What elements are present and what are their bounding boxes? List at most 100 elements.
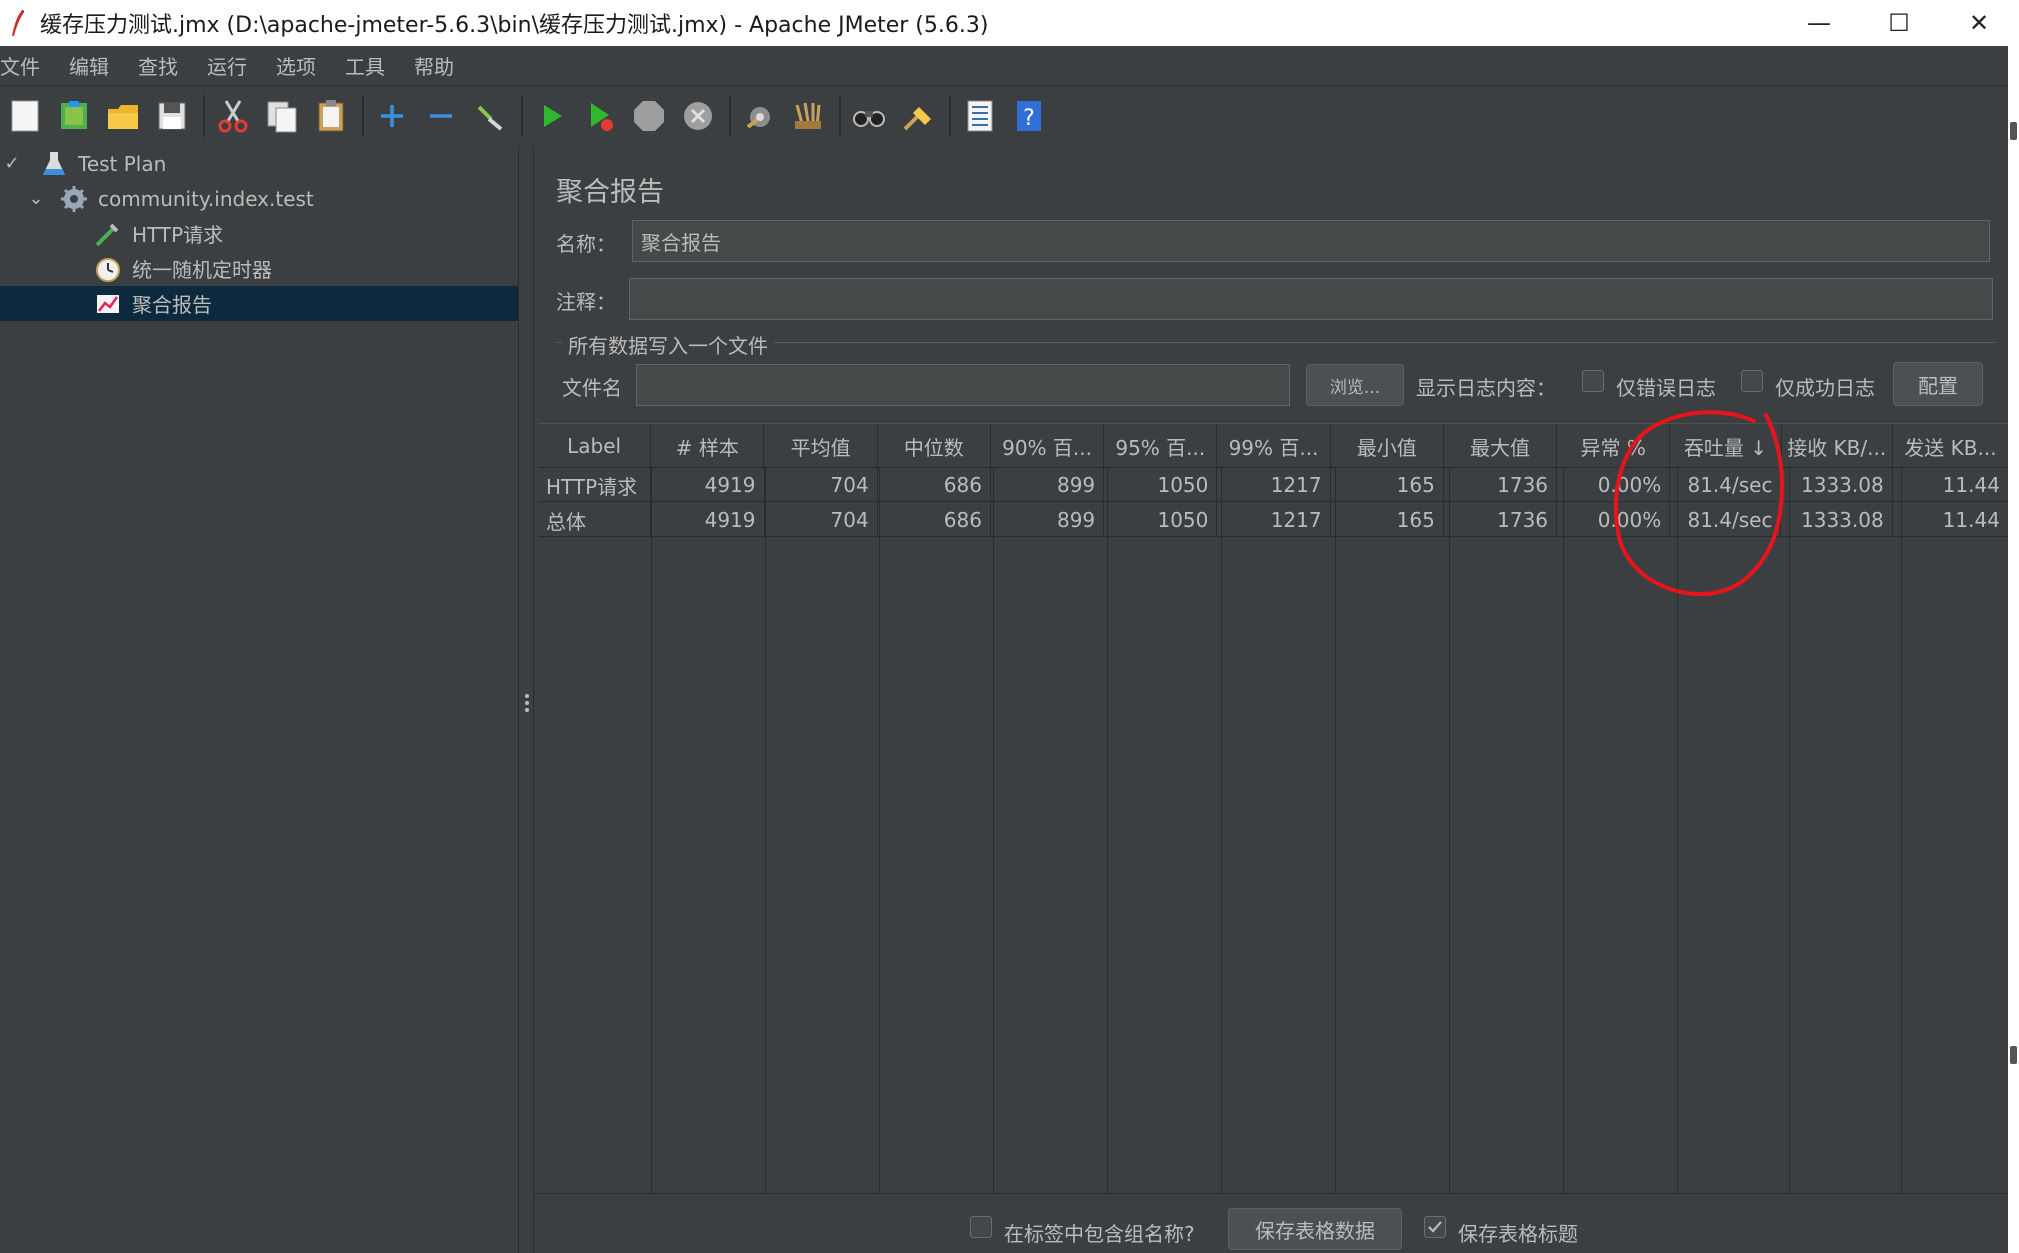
toggle-icon: [477, 105, 503, 131]
tree-item-label: community.index.test: [98, 186, 314, 211]
start-icon: [544, 105, 562, 127]
close-button[interactable]: ✕: [1939, 0, 2019, 46]
column-header[interactable]: 中位数: [878, 424, 991, 468]
table-cell: 1217: [1217, 503, 1331, 537]
column-header[interactable]: 异常 %: [1557, 424, 1671, 468]
cut-icon: [218, 100, 248, 133]
table-row[interactable]: HTTP请求 4919 704 686 899 1050 1217 165 17…: [538, 468, 2008, 502]
menu-edit[interactable]: 编辑: [69, 51, 138, 80]
splitter-grip: [525, 701, 529, 705]
start-button[interactable]: [528, 93, 574, 139]
save-button[interactable]: [149, 93, 195, 139]
function-helper-button[interactable]: [956, 93, 1002, 139]
tree-item-thread-group[interactable]: ⌄ community.index.test: [0, 181, 518, 216]
toolbar-separator: [729, 95, 731, 137]
stop-button[interactable]: [626, 93, 672, 139]
save-header-checkbox[interactable]: [1424, 1216, 1446, 1238]
column-header[interactable]: 90% 百...: [991, 424, 1105, 468]
minimize-icon: —: [1807, 9, 1831, 37]
column-header[interactable]: # 样本: [651, 424, 765, 468]
table-cell: 686: [878, 468, 991, 502]
menu-search[interactable]: 查找: [138, 51, 207, 80]
panel-splitter[interactable]: [518, 146, 534, 1253]
maximize-button[interactable]: ☐: [1859, 0, 1939, 46]
table-cell: 1050: [1104, 468, 1218, 502]
toolbar-separator: [362, 95, 364, 137]
open-button[interactable]: [100, 93, 146, 139]
browse-button[interactable]: 浏览...: [1306, 364, 1404, 406]
edge-mark: [2010, 122, 2017, 140]
name-field[interactable]: 聚合报告: [632, 220, 1990, 262]
comment-label: 注释：: [556, 290, 616, 314]
cut-button[interactable]: [210, 93, 256, 139]
column-header[interactable]: 平均值: [764, 424, 878, 468]
minimize-button[interactable]: —: [1779, 0, 1859, 46]
clear-all-button[interactable]: [785, 93, 831, 139]
table-cell: 1217: [1217, 468, 1331, 502]
close-icon: ✕: [1968, 9, 1990, 37]
tree-item-timer[interactable]: 统一随机定时器: [0, 251, 518, 286]
success-only-checkbox[interactable]: [1741, 370, 1763, 392]
paste-button[interactable]: [308, 93, 354, 139]
desktop-edge: [2008, 46, 2019, 1253]
start-no-pauses-button[interactable]: [577, 93, 623, 139]
column-header[interactable]: 99% 百...: [1217, 424, 1331, 468]
menu-tools[interactable]: 工具: [345, 51, 414, 80]
column-header[interactable]: Label: [538, 424, 652, 468]
column-header[interactable]: 发送 KB...: [1893, 424, 2008, 468]
table-cell: 4919: [651, 468, 765, 502]
menu-options[interactable]: 选项: [276, 51, 345, 80]
menu-help[interactable]: 帮助: [414, 51, 475, 80]
stop-icon: [634, 101, 664, 131]
table-cell: 686: [878, 503, 991, 537]
column-header-sorted[interactable]: 吞吐量 ↓: [1670, 424, 1782, 468]
collapse-all-button[interactable]: [418, 93, 464, 139]
comment-field[interactable]: [629, 278, 1993, 320]
column-header[interactable]: 最大值: [1444, 424, 1558, 468]
copy-button[interactable]: [259, 93, 305, 139]
splitter-grip: [525, 708, 529, 712]
include-group-checkbox[interactable]: [970, 1216, 992, 1238]
column-header[interactable]: 接收 KB/...: [1782, 424, 1893, 468]
new-icon: [11, 100, 39, 132]
table-cell: 704: [765, 503, 878, 537]
configure-button[interactable]: 配置: [1893, 362, 1983, 406]
table-cell: 0.00%: [1557, 503, 1671, 537]
edge-mark: [2010, 1046, 2017, 1064]
chevron-down-icon[interactable]: ⌄: [24, 187, 48, 211]
column-header[interactable]: 95% 百...: [1104, 424, 1218, 468]
table-cell: HTTP请求: [538, 468, 652, 502]
toolbar-separator: [839, 95, 841, 137]
save-table-button[interactable]: 保存表格数据: [1228, 1208, 1402, 1250]
tree-item-http-request[interactable]: HTTP请求: [0, 216, 518, 251]
table-row[interactable]: 总体 4919 704 686 899 1050 1217 165 1736 0…: [538, 503, 2008, 537]
table-cell: 1333.08: [1781, 503, 1893, 537]
toggle-button[interactable]: [467, 93, 513, 139]
menu-file[interactable]: 文件: [0, 51, 69, 80]
expand-all-button[interactable]: [369, 93, 415, 139]
paste-icon: [318, 100, 344, 132]
maximize-icon: ☐: [1888, 9, 1910, 37]
table-cell: 总体: [538, 503, 652, 537]
shutdown-icon: [684, 102, 712, 130]
tree-item-aggregate-report[interactable]: 聚合报告: [0, 286, 518, 321]
column-header[interactable]: 最小值: [1331, 424, 1444, 468]
shutdown-button[interactable]: [675, 93, 721, 139]
chevron-down-icon[interactable]: ✓: [0, 152, 24, 176]
new-button[interactable]: [2, 93, 48, 139]
jmeter-feather-icon: [6, 8, 30, 38]
include-group-label: 在标签中包含组名称?: [1004, 1222, 1195, 1246]
search-button[interactable]: [846, 93, 892, 139]
reset-search-button[interactable]: [895, 93, 941, 139]
table-cell: 81.4/sec: [1670, 503, 1782, 537]
check-icon: [1428, 1221, 1442, 1233]
menu-run[interactable]: 运行: [207, 51, 276, 80]
errors-only-checkbox[interactable]: [1582, 370, 1604, 392]
success-only-label: 仅成功日志: [1775, 376, 1875, 400]
clear-button[interactable]: [736, 93, 782, 139]
help-button[interactable]: ?: [1005, 93, 1051, 139]
filename-field[interactable]: [636, 364, 1290, 406]
toolbar-separator: [949, 95, 951, 137]
templates-button[interactable]: [51, 93, 97, 139]
tree-item-test-plan[interactable]: ✓ Test Plan: [0, 146, 518, 181]
